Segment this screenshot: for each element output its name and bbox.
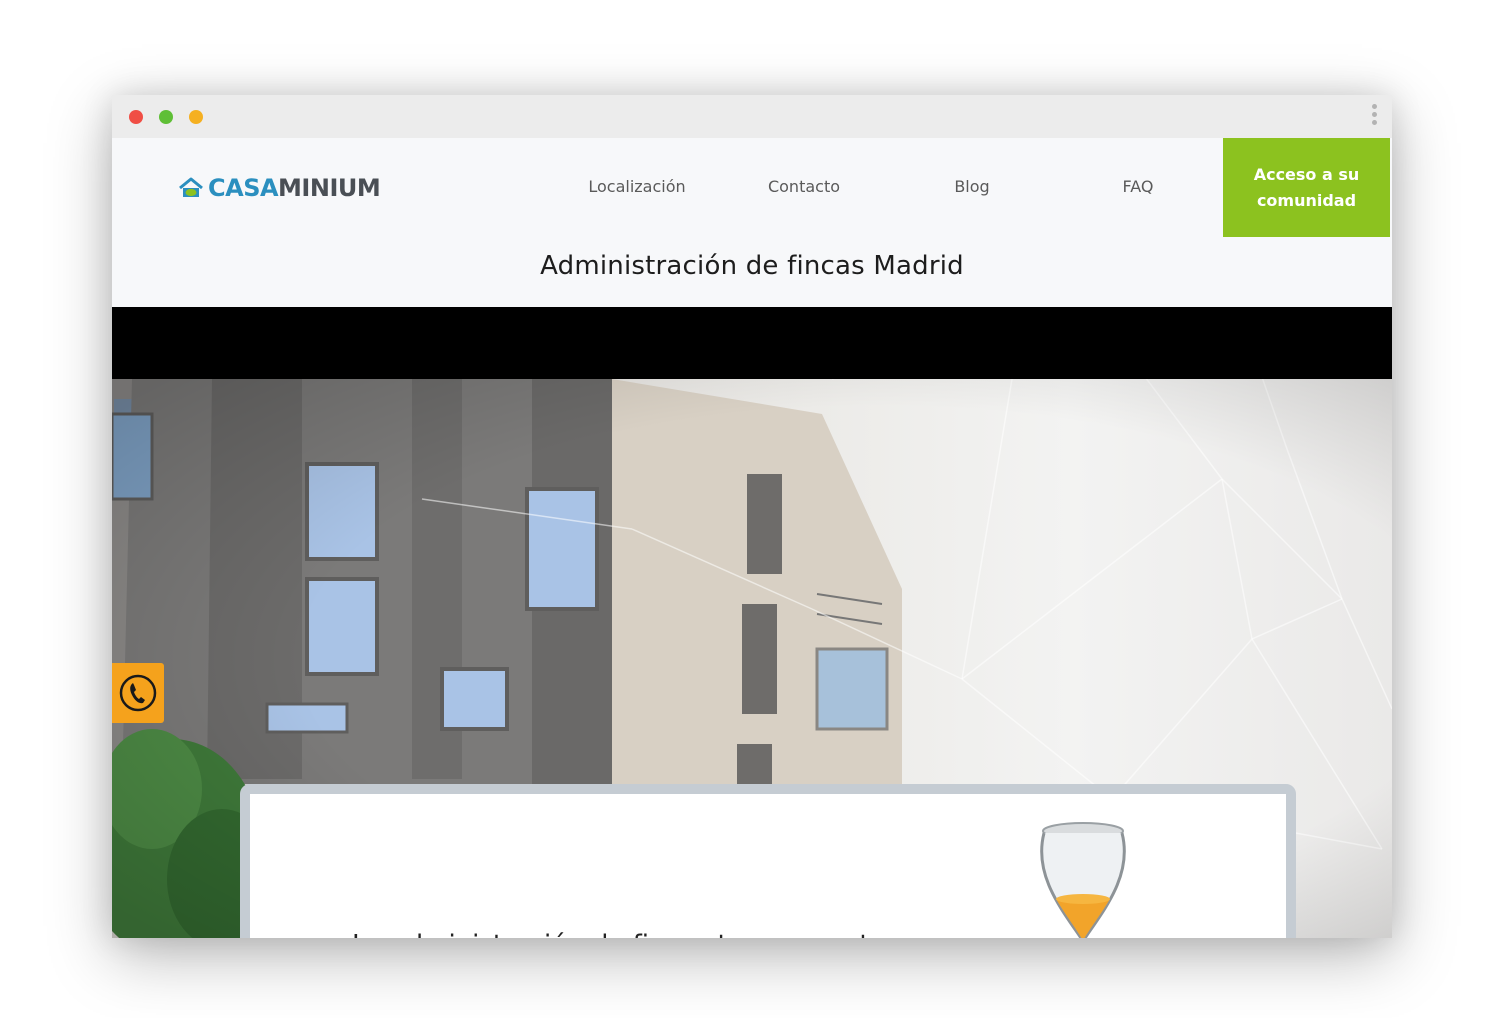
- nav-link-localizacion[interactable]: Localización: [577, 174, 697, 200]
- site-logo[interactable]: CASAMINIUM: [178, 171, 381, 205]
- browser-window: CASAMINIUM Localización Contacto Blog FA…: [112, 95, 1392, 938]
- nav-link-contacto[interactable]: Contacto: [744, 174, 864, 200]
- logo-text-casa: CASA: [208, 174, 279, 202]
- hero-top-bar: [112, 307, 1392, 379]
- logo-text-minium: MINIUM: [278, 174, 381, 202]
- hourglass-icon: [1040, 822, 1126, 938]
- intro-card-headline: La administración de fincas transparente: [352, 930, 886, 938]
- kebab-menu-icon[interactable]: [1372, 104, 1378, 130]
- page-title: Administración de fincas Madrid: [540, 251, 964, 281]
- call-button[interactable]: [112, 663, 164, 723]
- nav-link-faq[interactable]: FAQ: [1078, 174, 1198, 200]
- close-window-button[interactable]: [129, 110, 143, 124]
- nav-link-blog[interactable]: Blog: [912, 174, 1032, 200]
- community-access-label: Acceso a su comunidad: [1253, 164, 1360, 210]
- browser-titlebar: [112, 95, 1392, 138]
- site-header: CASAMINIUM Localización Contacto Blog FA…: [112, 138, 1392, 237]
- intro-card: La administración de fincas transparente: [240, 784, 1296, 938]
- minimize-window-button[interactable]: [159, 110, 173, 124]
- maximize-window-button[interactable]: [189, 110, 203, 124]
- phone-icon: [119, 674, 157, 712]
- community-access-button[interactable]: Acceso a su comunidad: [1223, 138, 1390, 237]
- house-icon: [179, 177, 203, 197]
- heading-band: Administración de fincas Madrid: [112, 237, 1392, 307]
